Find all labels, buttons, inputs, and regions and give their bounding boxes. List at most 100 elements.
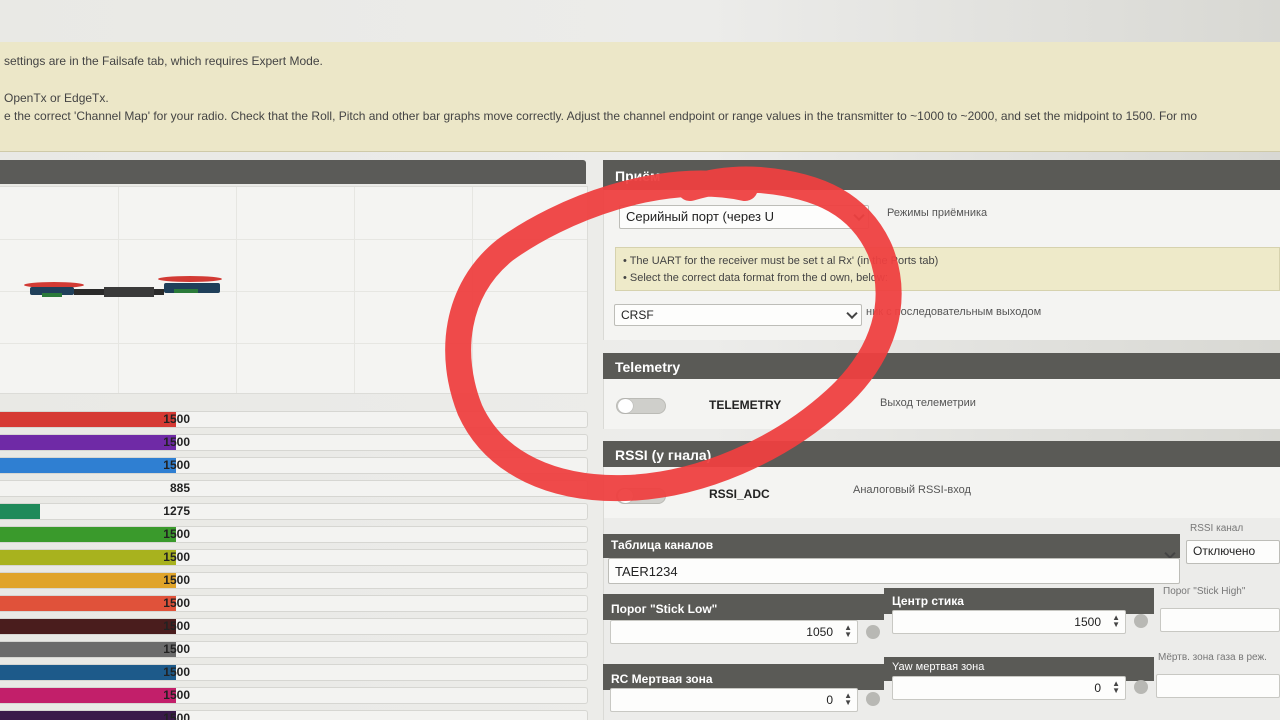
receiver-tab-page: settings are in the Failsafe tab, which … — [0, 0, 1280, 720]
stick-center-value: 1500 — [1074, 615, 1101, 629]
channel-bar: 1500 — [0, 662, 588, 685]
channel-bars: 1500 1500 1500 885 1275 1500 1500 1500 1500 1500 1… — [0, 409, 590, 720]
model-preview — [0, 186, 588, 394]
stick-low-label: Порог "Stick Low" — [603, 594, 884, 620]
channel-map-input[interactable]: TAER1234 — [608, 558, 1180, 584]
stick-high-input[interactable] — [1160, 608, 1280, 632]
channel-bar-track — [0, 687, 588, 704]
channel-bar: 1275 — [0, 501, 588, 524]
channel-bar: 1500 — [0, 455, 588, 478]
rssi-adc-toggle[interactable] — [616, 488, 666, 504]
throttle-deadband-label: Мёртв. зона газа в реж. — [1158, 652, 1267, 663]
channel-bar-value: 1500 — [163, 573, 190, 587]
rssi-channel-select[interactable]: Отключено — [1186, 540, 1280, 564]
channel-bar-track — [0, 480, 588, 497]
rssi-channel-label: RSSI канал — [1190, 523, 1244, 534]
note-line-1: settings are in the Failsafe tab, which … — [4, 54, 323, 68]
uart-note: • The UART for the receiver must be set … — [615, 247, 1280, 291]
channel-bar-track — [0, 641, 588, 658]
rc-deadband-input[interactable]: 0 ▲ ▼ — [610, 688, 858, 712]
channel-bar-track — [0, 595, 588, 612]
help-icon[interactable] — [866, 625, 880, 639]
serial-provider-select[interactable]: CRSF — [614, 304, 862, 326]
channel-bar-fill — [0, 504, 40, 519]
channel-bar-track — [0, 549, 588, 566]
receiver-mode-select[interactable]: Серийный порт (через U — [619, 205, 869, 229]
channel-bar-value: 1500 — [163, 665, 190, 679]
telemetry-toggle[interactable] — [616, 398, 666, 414]
help-icon[interactable] — [866, 692, 880, 706]
channel-bar-track — [0, 664, 588, 681]
uart-note-line-1: • The UART for the receiver must be set … — [623, 255, 939, 267]
channel-bar: 1500 — [0, 570, 588, 593]
quadcopter-model-icon — [24, 276, 222, 297]
channel-bar-value: 1500 — [163, 688, 190, 702]
channel-bar-value: 1500 — [163, 596, 190, 610]
telemetry-feature-name: TELEMETRY — [709, 398, 782, 412]
channel-bar-track — [0, 710, 588, 720]
chevron-down-icon — [846, 307, 858, 320]
info-note: settings are in the Failsafe tab, which … — [0, 42, 1280, 152]
spinner-arrows-icon[interactable]: ▲ ▼ — [844, 692, 852, 707]
receiver-panel-header: Приём — [603, 160, 1280, 190]
channel-bar-track — [0, 618, 588, 635]
channel-map-label: Таблица каналов — [603, 534, 1180, 558]
stick-low-input[interactable]: 1050 ▲ ▼ — [610, 620, 858, 644]
rssi-description: Аналоговый RSSI-вход — [853, 484, 971, 496]
rc-deadband-value: 0 — [826, 693, 833, 707]
channel-bar: 1500 — [0, 547, 588, 570]
channel-bar: 1500 — [0, 708, 588, 720]
channel-bar-value: 1500 — [163, 458, 190, 472]
spinner-arrows-icon[interactable]: ▲ ▼ — [1112, 614, 1120, 629]
serial-provider-label: ник с последовательным выходом — [866, 306, 1042, 318]
spinner-arrows-icon[interactable]: ▲ ▼ — [1112, 680, 1120, 695]
preview-panel-header — [0, 160, 586, 184]
channel-bar-track — [0, 457, 588, 474]
channel-bar: 1500 — [0, 593, 588, 616]
channel-bar-value: 1500 — [163, 642, 190, 656]
note-line-2: OpenTx or EdgeTx. — [4, 91, 109, 105]
channel-bar-track — [0, 503, 588, 520]
rssi-feature-name: RSSI_ADC — [709, 487, 770, 501]
telemetry-panel-header: Telemetry — [603, 353, 1280, 379]
help-icon[interactable] — [1134, 614, 1148, 628]
channel-bar-value: 885 — [169, 481, 190, 495]
spinner-arrows-icon[interactable]: ▲ ▼ — [844, 624, 852, 639]
channel-bar: 1500 — [0, 639, 588, 662]
telemetry-description: Выход телеметрии — [880, 397, 976, 409]
serial-provider-value: CRSF — [621, 308, 654, 322]
channel-bar-track — [0, 572, 588, 589]
yaw-deadband-input[interactable]: 0 ▲ ▼ — [892, 676, 1126, 700]
yaw-deadband-value: 0 — [1094, 681, 1101, 695]
chevron-down-icon — [853, 209, 865, 222]
receiver-mode-label: Режимы приёмника — [887, 207, 988, 219]
channel-bar-value: 1500 — [163, 711, 190, 720]
rssi-channel-value: Отключено — [1193, 544, 1256, 558]
rc-deadband-label: RC Мертвая зона — [603, 664, 884, 690]
channel-bar-value: 1275 — [163, 504, 190, 518]
channel-bar-value: 1500 — [163, 527, 190, 541]
channel-bar-track — [0, 434, 588, 451]
stick-high-label: Порог "Stick High" — [1163, 586, 1246, 597]
throttle-deadband-input[interactable] — [1156, 674, 1280, 698]
stick-center-input[interactable]: 1500 ▲ ▼ — [892, 610, 1126, 634]
help-icon[interactable] — [1134, 680, 1148, 694]
channel-bar-value: 1500 — [163, 412, 190, 426]
channel-bar-value: 1500 — [163, 619, 190, 633]
channel-bar: 885 — [0, 478, 588, 501]
channel-bar: 1500 — [0, 616, 588, 639]
channel-bar: 1500 — [0, 409, 588, 432]
stick-low-value: 1050 — [806, 625, 833, 639]
rssi-panel-header: RSSI (у гнала) — [603, 441, 1280, 467]
note-line-3: e the correct 'Channel Map' for your rad… — [4, 109, 1198, 123]
channel-bar-track — [0, 526, 588, 543]
channel-bar-value: 1500 — [163, 435, 190, 449]
channel-bar-track — [0, 411, 588, 428]
channel-bar: 1500 — [0, 524, 588, 547]
receiver-mode-value: Серийный порт (через U — [626, 209, 775, 224]
channel-bar: 1500 — [0, 685, 588, 708]
channel-bar: 1500 — [0, 432, 588, 455]
channel-bar-value: 1500 — [163, 550, 190, 564]
channel-map-value: TAER1234 — [615, 564, 678, 579]
uart-note-line-2: • Select the correct data format from th… — [623, 272, 888, 284]
